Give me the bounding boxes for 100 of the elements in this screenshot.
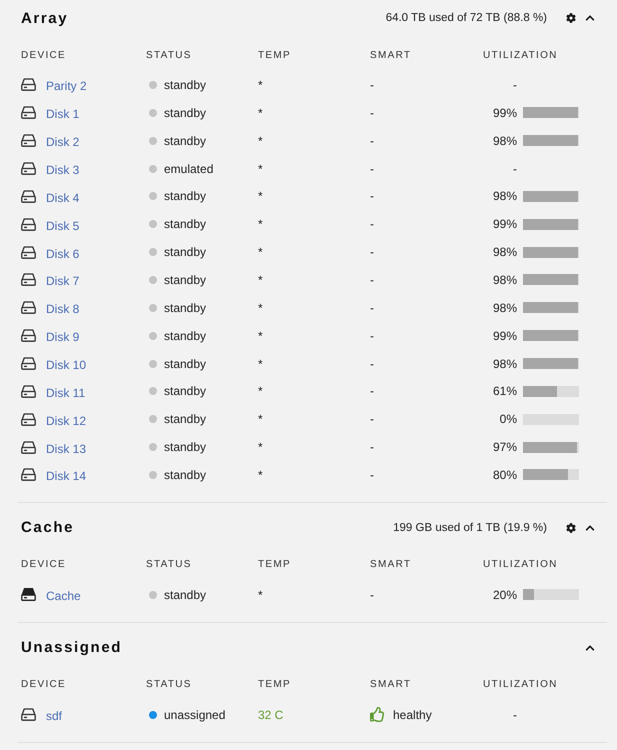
smart-text: -: [370, 245, 374, 260]
column-header: STATUS: [146, 679, 193, 690]
column-header: DEVICE: [21, 559, 68, 570]
utilization-text: 61%: [492, 384, 517, 398]
column-header: UTILIZATION: [483, 559, 559, 570]
status-text: standby: [164, 384, 206, 398]
status-text: standby: [164, 217, 206, 232]
utilization-text: -: [512, 708, 517, 722]
temperature-text: *: [258, 588, 263, 602]
utilization-text: 98%: [492, 272, 517, 287]
device-link[interactable]: Disk 14: [46, 466, 86, 484]
utilization-text: 98%: [492, 300, 517, 315]
column-header: TEMP: [258, 50, 292, 60]
temperature-text: *: [258, 412, 263, 426]
device-link[interactable]: Disk 4: [46, 188, 80, 205]
utilization-text: 98%: [492, 356, 517, 371]
status-text: standby: [164, 245, 206, 260]
hard-drive-icon: [21, 273, 36, 286]
smart-text: -: [370, 134, 374, 148]
collapse-caret-icon[interactable]: [585, 642, 595, 653]
smart-text: -: [370, 412, 374, 426]
status-text: standby: [164, 412, 206, 426]
smart-text: -: [370, 106, 374, 120]
section-title: Unassigned: [21, 639, 124, 656]
hard-drive-icon: [21, 468, 36, 482]
temperature-text: *: [258, 78, 263, 92]
device-link[interactable]: Disk 2: [46, 132, 80, 150]
utilization-text: 98%: [492, 134, 517, 148]
settings-icon[interactable]: [566, 13, 576, 23]
smart-text: -: [370, 162, 374, 176]
hard-drive-icon: [21, 78, 36, 92]
column-header: STATUS: [146, 50, 193, 60]
hard-drive-icon: [21, 246, 36, 259]
status-text: standby: [164, 106, 206, 120]
smart-text: healthy: [393, 708, 432, 722]
column-header: SMART: [370, 559, 412, 570]
device-link[interactable]: Disk 3: [46, 160, 80, 177]
smart-text: -: [370, 300, 374, 315]
utilization-text: -: [512, 162, 517, 176]
hard-drive-icon: [21, 384, 36, 398]
utilization-text: 80%: [492, 468, 517, 482]
hard-drive-icon: [21, 106, 36, 120]
smart-text: -: [370, 328, 374, 343]
smart-text: -: [370, 217, 374, 232]
device-link[interactable]: Disk 11: [46, 382, 86, 400]
temperature-text: *: [258, 384, 263, 398]
collapse-caret-icon[interactable]: [585, 522, 595, 533]
device-link[interactable]: Disk 8: [46, 299, 80, 316]
section-title: Cache: [21, 519, 76, 536]
temperature-text: *: [258, 134, 263, 148]
hard-drive-icon: [21, 162, 36, 175]
hard-drive-icon: [21, 190, 36, 203]
usage-summary: 199 GB used of 1 TB (19.9 %): [393, 522, 547, 534]
smart-text: -: [370, 440, 374, 454]
temperature-text: *: [258, 106, 263, 120]
status-text: standby: [164, 356, 206, 371]
temperature-text: *: [258, 272, 263, 287]
hard-drive-icon: [21, 708, 36, 722]
collapse-caret-icon[interactable]: [585, 13, 595, 23]
device-link[interactable]: Cache: [46, 586, 81, 604]
smart-text: -: [370, 272, 374, 287]
utilization-text: 99%: [492, 106, 517, 120]
column-header: SMART: [370, 50, 412, 60]
device-link[interactable]: Disk 1: [46, 104, 80, 122]
usage-summary: 64.0 TB used of 72 TB (88.8 %): [386, 12, 547, 24]
device-link[interactable]: Disk 7: [46, 271, 80, 288]
column-header: UTILIZATION: [483, 50, 559, 60]
column-header: UTILIZATION: [483, 679, 559, 690]
smart-text: -: [370, 78, 374, 92]
device-link[interactable]: Parity 2: [46, 76, 87, 94]
smart-text: -: [370, 189, 374, 204]
utilization-text: 98%: [492, 189, 517, 204]
smart-text: -: [370, 468, 374, 482]
smart-text: -: [370, 384, 374, 398]
status-text: standby: [164, 440, 206, 454]
settings-icon[interactable]: [566, 522, 576, 533]
temperature-text: *: [258, 245, 263, 260]
temperature-text: *: [258, 300, 263, 315]
hard-drive-icon: [21, 357, 36, 370]
device-link[interactable]: Disk 10: [46, 355, 86, 372]
utilization-text: 0%: [498, 412, 517, 426]
device-link[interactable]: sdf: [46, 706, 62, 724]
column-header: DEVICE: [21, 679, 68, 690]
hard-drive-icon: [21, 440, 36, 454]
device-link[interactable]: Disk 9: [46, 327, 80, 344]
status-text: standby: [164, 272, 206, 287]
temperature-text: 32 C: [258, 708, 284, 722]
status-text: standby: [164, 78, 206, 92]
temperature-text: *: [258, 440, 263, 454]
device-link[interactable]: Disk 5: [46, 216, 80, 233]
column-header: TEMP: [258, 679, 292, 690]
temperature-text: *: [258, 189, 263, 204]
device-link[interactable]: Disk 13: [46, 438, 86, 456]
smart-text: -: [370, 588, 374, 602]
temperature-text: *: [258, 162, 263, 176]
device-link[interactable]: Disk 12: [46, 410, 86, 428]
column-header: SMART: [370, 679, 412, 690]
status-text: unassigned: [164, 708, 226, 722]
column-header: TEMP: [258, 559, 292, 570]
device-link[interactable]: Disk 6: [46, 244, 80, 261]
